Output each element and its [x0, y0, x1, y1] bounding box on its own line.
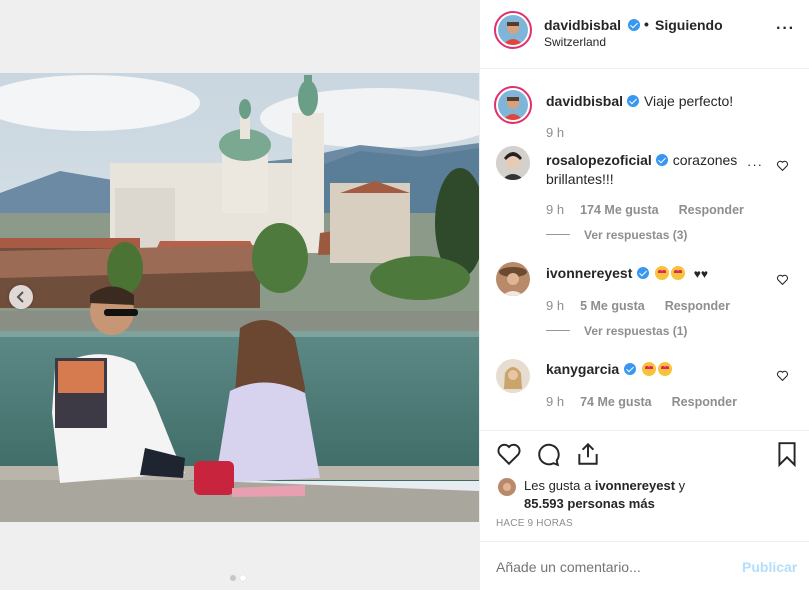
comment-text-line2: brillantes!!!: [546, 171, 614, 187]
verified-icon: [636, 267, 649, 279]
verified-icon: [656, 154, 669, 166]
likes-prefix: Les gusta a: [524, 478, 592, 493]
verified-icon: [623, 363, 636, 375]
likes-suffix: y: [678, 478, 686, 493]
reply-button[interactable]: Responder: [679, 203, 744, 217]
publish-button[interactable]: Publicar: [742, 559, 797, 575]
more-icon[interactable]: ···: [747, 157, 763, 172]
photo-illustration: [0, 73, 479, 522]
bookmark-icon[interactable]: [776, 441, 798, 467]
likes-summary: Les gusta a ivonnereyest y 85.593 person…: [524, 477, 685, 513]
caption: davidbisbal Viaje perfecto!: [546, 93, 733, 111]
author-avatar[interactable]: [494, 11, 532, 49]
carousel-dot: [230, 575, 236, 581]
author-username[interactable]: davidbisbal: [544, 17, 621, 33]
heart-outline-icon[interactable]: [776, 273, 789, 286]
comment-avatar-kanygarcia[interactable]: [496, 359, 530, 393]
heart-eyes-emoji-icon: [658, 362, 673, 376]
carousel-indicator: [230, 575, 246, 581]
reply-button[interactable]: Responder: [665, 299, 730, 313]
view-replies-label[interactable]: Ver respuestas (1): [584, 324, 687, 338]
view-replies-label[interactable]: Ver respuestas (3): [584, 228, 687, 242]
post-media-area: [0, 0, 479, 590]
caption-text: Viaje perfecto!: [643, 93, 734, 109]
caption-avatar[interactable]: [494, 86, 532, 124]
follow-dot: •: [644, 16, 649, 32]
heart-eyes-emoji-icon: [671, 266, 686, 280]
comment-time[interactable]: 9 h: [546, 202, 564, 217]
avatar-image: [498, 90, 528, 120]
post-actions: [480, 430, 809, 467]
comment-ivonnereyest: ivonnereyest ♥♥: [546, 265, 708, 283]
post-sidebar: davidbisbal • Siguiendo Switzerland ··· …: [479, 0, 809, 590]
comment-meta: 9 h 5 Me gusta Responder: [546, 298, 730, 313]
comment-likes[interactable]: 5 Me gusta: [580, 299, 645, 313]
comment-meta: 9 h 174 Me gusta Responder: [546, 202, 744, 217]
heart-eyes-emoji-icon: [642, 362, 657, 376]
likes-user[interactable]: ivonnereyest: [595, 478, 675, 493]
comment-input[interactable]: [494, 554, 728, 580]
chevron-left-icon: [16, 291, 24, 303]
avatar-image: [498, 15, 528, 45]
post-location[interactable]: Switzerland: [544, 35, 606, 49]
verified-icon: [627, 95, 640, 107]
heart-outline-icon[interactable]: [776, 369, 789, 382]
comment-time[interactable]: 9 h: [546, 394, 564, 409]
heart-eyes-emoji-icon: [655, 266, 670, 280]
comment-likes[interactable]: 74 Me gusta: [580, 395, 652, 409]
previous-photo-button[interactable]: [9, 285, 33, 309]
comment-avatar-ivonnereyest[interactable]: [496, 262, 530, 296]
view-replies[interactable]: Ver respuestas (3): [546, 226, 687, 244]
comment-avatar-rosalopezoficial[interactable]: [496, 146, 530, 180]
avatar-image: [498, 478, 516, 496]
comment-username[interactable]: rosalopezoficial: [546, 152, 652, 168]
comment-rosalopezoficial: rosalopezoficial corazones brillantes!!!: [546, 151, 756, 189]
comment-text-line1: corazones: [672, 152, 738, 168]
post-timestamp[interactable]: HACE 9 HORAS: [496, 518, 573, 529]
comment-text: ♥♥: [693, 267, 708, 281]
comment-time[interactable]: 9 h: [546, 298, 564, 313]
heart-outline-icon[interactable]: [776, 159, 789, 172]
comment-form: Publicar: [480, 541, 809, 591]
caption-time[interactable]: 9 h: [546, 125, 564, 140]
post-header: davidbisbal • Siguiendo Switzerland ···: [480, 0, 809, 69]
post-photo[interactable]: [0, 73, 479, 522]
carousel-dot-active: [240, 575, 246, 581]
heart-icon[interactable]: [496, 441, 522, 467]
avatar-image: [496, 359, 530, 393]
likes-count[interactable]: 85.593 personas más: [524, 496, 655, 511]
comment-kanygarcia: kanygarcia: [546, 361, 673, 379]
avatar-image: [496, 262, 530, 296]
share-icon[interactable]: [575, 441, 601, 467]
verified-icon: [628, 19, 640, 31]
reply-button[interactable]: Responder: [672, 395, 737, 409]
liker-avatar[interactable]: [498, 478, 516, 496]
comment-username[interactable]: kanygarcia: [546, 361, 619, 377]
avatar-image: [496, 146, 530, 180]
comment-icon[interactable]: [535, 441, 561, 467]
more-options-icon[interactable]: ···: [776, 20, 795, 38]
comment-username[interactable]: ivonnereyest: [546, 265, 632, 281]
view-replies[interactable]: Ver respuestas (1): [546, 322, 687, 340]
following-button[interactable]: Siguiendo: [655, 17, 723, 33]
caption-username[interactable]: davidbisbal: [546, 93, 623, 109]
comment-meta: 9 h 74 Me gusta Responder: [546, 394, 737, 409]
comment-likes[interactable]: 174 Me gusta: [580, 203, 659, 217]
